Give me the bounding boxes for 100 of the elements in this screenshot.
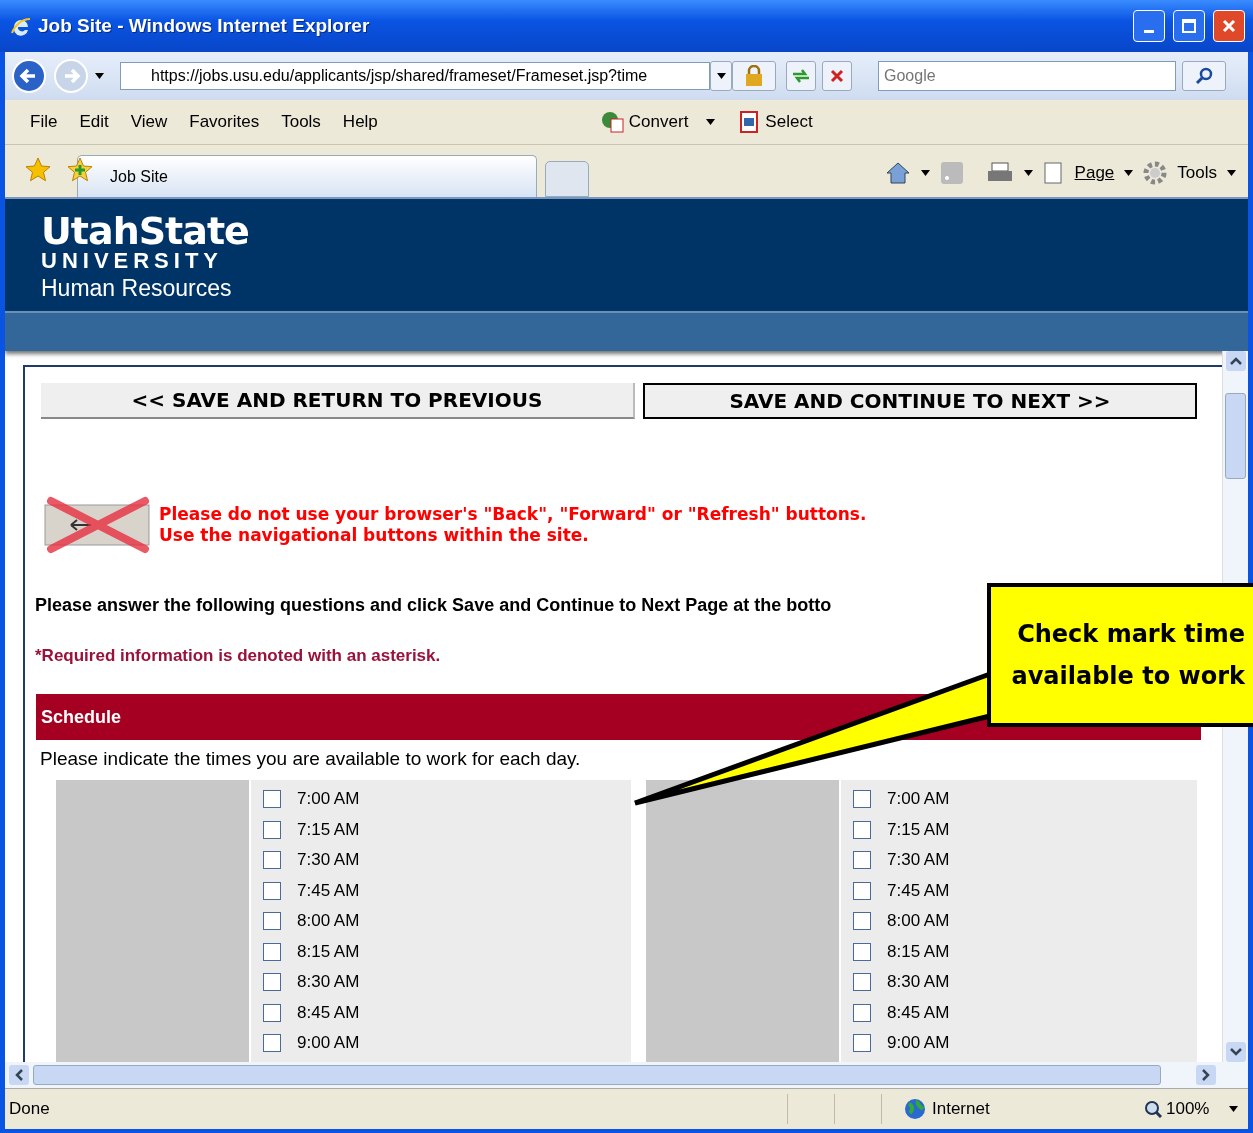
checkbox[interactable]: [853, 1034, 871, 1053]
time-label: 7:15 AM: [887, 819, 950, 840]
address-field[interactable]: https://jobs.usu.edu/applicants/jsp/shared/frameset/Frameset.jsp?time: [120, 62, 710, 90]
dropdown-caret-icon[interactable]: [1124, 170, 1134, 176]
browser-tab[interactable]: Job Site: [77, 155, 537, 197]
callout-text: Check mark time: [1017, 619, 1245, 650]
scroll-left-icon[interactable]: [9, 1065, 29, 1085]
section-prompt: Please indicate the times you are available to work for each day.: [40, 748, 582, 770]
window-title: Job Site - Windows Internet Explorer: [38, 15, 371, 37]
department-name: Human Resources: [41, 274, 232, 303]
required-note: *Required information is denoted with an asterisk.: [35, 646, 441, 666]
menu-item[interactable]: Favorites: [178, 112, 271, 132]
scroll-up-icon[interactable]: [1225, 351, 1246, 371]
checkbox[interactable]: [263, 851, 281, 870]
checkbox[interactable]: [263, 1034, 281, 1053]
checkbox[interactable]: [853, 912, 871, 931]
checkbox[interactable]: [853, 790, 871, 809]
close-button[interactable]: [1213, 10, 1245, 42]
dropdown-caret-icon[interactable]: [1227, 170, 1236, 176]
checkbox[interactable]: [853, 973, 871, 992]
toolbar-button[interactable]: Convert: [628, 112, 689, 132]
scroll-down-icon[interactable]: [1225, 1042, 1246, 1062]
time-label: 7:45 AM: [297, 880, 360, 901]
home-icon[interactable]: [884, 161, 911, 185]
time-label: 7:00 AM: [297, 789, 360, 810]
dropdown-caret-icon[interactable]: [920, 170, 930, 176]
padlock-icon[interactable]: [732, 61, 776, 91]
search-icon[interactable]: [1182, 61, 1226, 91]
time-label: 8:15 AM: [297, 941, 360, 962]
time-label: 8:00 AM: [297, 911, 360, 932]
menu-item[interactable]: Help: [331, 112, 389, 132]
crossed-out-back-button-icon: [41, 495, 151, 555]
maximize-icon: [1182, 19, 1196, 33]
zoom-level[interactable]: 100%: [1166, 1099, 1210, 1119]
globe-icon: [904, 1098, 926, 1120]
gear-icon: [1143, 161, 1168, 185]
time-label: 8:15 AM: [887, 941, 950, 962]
time-label: 7:00 AM: [887, 789, 950, 810]
toolbar-button[interactable]: Select: [765, 112, 813, 132]
menu-item[interactable]: Tools: [270, 112, 332, 132]
menu-item[interactable]: Edit: [68, 112, 120, 132]
command-button[interactable]: Tools: [1177, 163, 1217, 183]
minimize-button[interactable]: [1133, 10, 1165, 42]
browser-logo-icon: [10, 15, 32, 37]
zoom-icon[interactable]: [1144, 1100, 1162, 1118]
time-label: 7:45 AM: [887, 880, 950, 901]
checkbox[interactable]: [263, 973, 281, 992]
logo-wordmark: UtahState: [41, 213, 249, 249]
time-label: 8:00 AM: [887, 911, 950, 932]
checkbox[interactable]: [853, 1003, 871, 1022]
time-label: 7:30 AM: [297, 850, 360, 871]
checkbox[interactable]: [263, 1003, 281, 1022]
logo-subtitle: UNIVERSITY: [41, 249, 224, 273]
scroll-right-icon[interactable]: [1196, 1065, 1216, 1085]
checkbox[interactable]: [263, 912, 281, 931]
refresh-icon[interactable]: [786, 61, 816, 91]
stop-icon[interactable]: [822, 61, 852, 91]
dropdown-caret-icon[interactable]: [1023, 170, 1033, 176]
time-label: 8:45 AM: [297, 1002, 360, 1023]
scrollbar-thumb[interactable]: [33, 1065, 1161, 1085]
globe-document-icon: [600, 111, 625, 133]
time-label: 9:00 AM: [887, 1033, 950, 1054]
time-label: 8:30 AM: [887, 972, 950, 993]
minimize-icon: [1144, 29, 1154, 33]
checkbox[interactable]: [853, 881, 871, 900]
warning-text: Use the navigational buttons within the site.: [159, 525, 590, 546]
checkbox[interactable]: [853, 851, 871, 870]
time-label: 8:30 AM: [297, 972, 360, 993]
menu-item[interactable]: View: [119, 112, 179, 132]
checkbox[interactable]: [263, 790, 281, 809]
time-label: 7:30 AM: [887, 850, 950, 871]
page-icon: [1042, 161, 1065, 185]
back-icon[interactable]: [11, 58, 47, 94]
dropdown-caret-icon[interactable]: [1229, 1106, 1239, 1112]
close-icon: [1222, 19, 1236, 33]
nav-button[interactable]: SAVE AND CONTINUE TO NEXT >>: [643, 383, 1197, 419]
command-button[interactable]: Page: [1074, 163, 1115, 183]
checkbox[interactable]: [853, 820, 871, 839]
checkbox[interactable]: [263, 881, 281, 900]
maximize-button[interactable]: [1173, 10, 1205, 42]
security-zone: Internet: [932, 1099, 991, 1119]
checkbox[interactable]: [263, 820, 281, 839]
instructions-text: Please answer the following questions and click Save and Continue to Next Page at the botto: [35, 595, 833, 616]
nav-button[interactable]: << SAVE AND RETURN TO PREVIOUS: [41, 383, 635, 419]
address-dropdown-icon[interactable]: [710, 61, 732, 91]
time-label: 8:45 AM: [887, 1002, 950, 1023]
search-field[interactable]: Google: [878, 61, 1176, 91]
history-caret-icon[interactable]: [95, 73, 104, 79]
caret-icon[interactable]: [716, 73, 726, 79]
warning-text: Please do not use your browser's "Back", "Forward" or "Refresh" buttons.: [159, 504, 867, 525]
dropdown-caret-icon[interactable]: [706, 119, 716, 125]
time-label: 7:15 AM: [297, 819, 360, 840]
scrollbar-thumb[interactable]: [1225, 393, 1246, 479]
checkbox[interactable]: [853, 942, 871, 961]
menu-item[interactable]: File: [19, 112, 69, 132]
callout-text: available to work: [1011, 661, 1245, 692]
status-text: Done: [9, 1099, 51, 1119]
star-icon[interactable]: [25, 157, 51, 183]
checkbox[interactable]: [263, 942, 281, 961]
time-label: 9:00 AM: [297, 1033, 360, 1054]
